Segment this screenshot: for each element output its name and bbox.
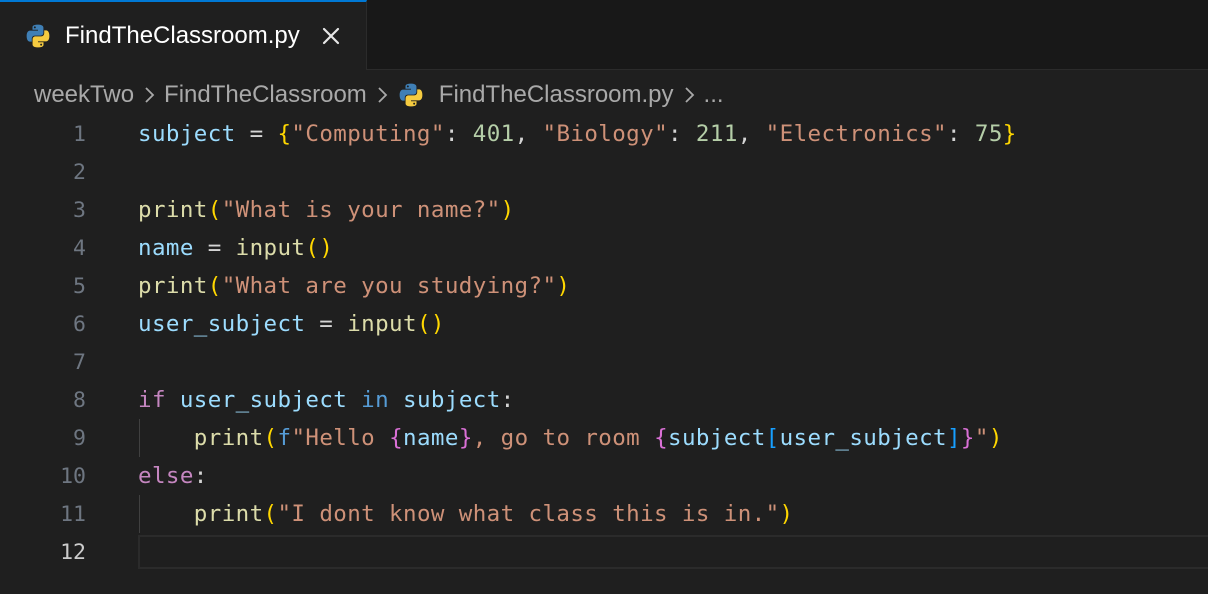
- code-line: 7: [0, 343, 1208, 381]
- line-number: 5: [73, 273, 86, 299]
- code-line-current: 12: [0, 533, 1208, 571]
- code-line: 6 user_subject = input(): [0, 305, 1208, 343]
- breadcrumb-item-folder[interactable]: FindTheClassroom: [164, 81, 367, 109]
- line-number: 3: [73, 197, 86, 223]
- code-text[interactable]: subject = {"Computing": 401, "Biology": …: [138, 121, 1017, 147]
- code-text[interactable]: print("What is your name?"): [138, 197, 515, 223]
- line-number: 9: [73, 425, 86, 451]
- python-icon: [399, 83, 423, 107]
- code-line: 10 else:: [0, 457, 1208, 495]
- line-number: 7: [73, 349, 86, 375]
- code-line: 1 subject = {"Computing": 401, "Biology"…: [0, 115, 1208, 153]
- code-editor[interactable]: 1 subject = {"Computing": 401, "Biology"…: [0, 115, 1208, 594]
- line-number: 10: [60, 463, 86, 489]
- line-number: 4: [73, 235, 86, 261]
- tab-label: FindTheClassroom.py: [65, 22, 300, 49]
- code-text[interactable]: print(f"Hello {name}, go to room {subjec…: [138, 425, 1003, 451]
- breadcrumb-item-weektwo[interactable]: weekTwo: [34, 81, 134, 109]
- code-line: 2: [0, 153, 1208, 191]
- code-line: 5 print("What are you studying?"): [0, 267, 1208, 305]
- line-number: 2: [73, 159, 86, 185]
- chevron-right-icon: [371, 84, 393, 106]
- code-text[interactable]: name = input(): [138, 235, 333, 261]
- code-line: 9 print(f"Hello {name}, go to room {subj…: [0, 419, 1208, 457]
- code-text[interactable]: print("I dont know what class this is in…: [138, 501, 794, 527]
- chevron-right-icon: [138, 84, 160, 106]
- code-line: 3 print("What is your name?"): [0, 191, 1208, 229]
- current-line-highlight[interactable]: [138, 535, 1208, 569]
- code-text[interactable]: user_subject = input(): [138, 311, 445, 337]
- code-text[interactable]: if user_subject in subject:: [138, 387, 515, 413]
- breadcrumb: weekTwo FindTheClassroom FindTheClassroo…: [34, 76, 724, 114]
- code-line: 11 print("I dont know what class this is…: [0, 495, 1208, 533]
- breadcrumb-more[interactable]: ...: [704, 81, 724, 109]
- tab-findtheclassroom[interactable]: FindTheClassroom.py: [0, 0, 367, 70]
- line-number: 1: [73, 121, 86, 147]
- close-icon[interactable]: [318, 23, 344, 49]
- breadcrumb-item-file[interactable]: FindTheClassroom.py: [439, 81, 674, 109]
- line-number: 6: [73, 311, 86, 337]
- line-number-active: 12: [60, 539, 86, 565]
- code-line: 4 name = input(): [0, 229, 1208, 267]
- python-icon: [26, 24, 50, 48]
- code-text[interactable]: print("What are you studying?"): [138, 273, 570, 299]
- code-line: 8 if user_subject in subject:: [0, 381, 1208, 419]
- code-text[interactable]: else:: [138, 463, 208, 489]
- line-number: 11: [60, 501, 86, 527]
- chevron-right-icon: [678, 84, 700, 106]
- editor-tab-bar: FindTheClassroom.py: [0, 0, 1208, 70]
- line-number: 8: [73, 387, 86, 413]
